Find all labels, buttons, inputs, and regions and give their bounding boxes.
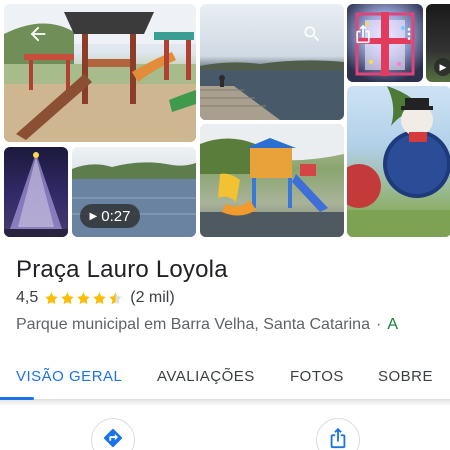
directions-icon: [102, 427, 124, 450]
play-icon: ▶: [89, 210, 98, 222]
search-icon[interactable]: [300, 22, 324, 46]
tab-shadow: [0, 400, 450, 406]
video-duration-badge: ▶ 0:27: [80, 204, 140, 228]
tab-overview[interactable]: VISÃO GERAL: [16, 368, 122, 385]
gallery-photo-lighted-tree[interactable]: [4, 147, 68, 237]
star-icon: [92, 291, 107, 306]
category-next-link[interactable]: A: [387, 316, 398, 333]
share-icon[interactable]: [351, 22, 375, 46]
share-icon: [327, 427, 349, 450]
snowman-illustration: [347, 86, 450, 237]
gallery-photo-snowman[interactable]: [347, 86, 450, 237]
place-category: Parque municipal em Barra Velha, Santa C…: [16, 316, 450, 334]
star-icon: [60, 291, 75, 306]
gallery-photo-playground[interactable]: [4, 4, 196, 142]
tab-about[interactable]: SOBRE: [378, 368, 433, 385]
photo-gallery[interactable]: ▶ ▶ 0:27: [0, 0, 450, 242]
star-icon: [108, 291, 123, 306]
back-arrow-icon[interactable]: [26, 22, 50, 46]
separator-dot: ·: [375, 316, 382, 333]
directions-button[interactable]: [91, 418, 135, 450]
gallery-photo-partial[interactable]: ▶: [426, 4, 450, 82]
tab-bar: VISÃO GERAL AVALIAÇÕES FOTOS SOBRE: [0, 352, 450, 400]
star-icon: [44, 291, 59, 306]
review-count[interactable]: (2 mil): [130, 289, 174, 307]
rating-value: 4,5: [16, 289, 39, 306]
video-duration: 0:27: [101, 207, 131, 225]
gallery-photo-christmas-lights[interactable]: [347, 4, 423, 82]
rating-stars: [44, 291, 124, 306]
more-vert-icon[interactable]: [401, 22, 417, 46]
category-text: Parque municipal em Barra Velha, Santa C…: [16, 316, 370, 333]
tree-illustration: [4, 152, 68, 237]
rating-row[interactable]: 4,5 (2 mil): [16, 289, 175, 307]
share-button[interactable]: [316, 418, 360, 450]
colorful-playground-illustration: [200, 124, 344, 237]
tab-reviews[interactable]: AVALIAÇÕES: [157, 368, 255, 385]
tab-photos[interactable]: FOTOS: [290, 368, 344, 385]
star-icon: [76, 291, 91, 306]
place-title: Praça Lauro Loyola: [16, 256, 228, 283]
gallery-photo-lake-pier[interactable]: [200, 4, 344, 120]
play-icon: ▶: [434, 58, 450, 76]
gallery-photo-colorful-playground[interactable]: [200, 124, 344, 237]
